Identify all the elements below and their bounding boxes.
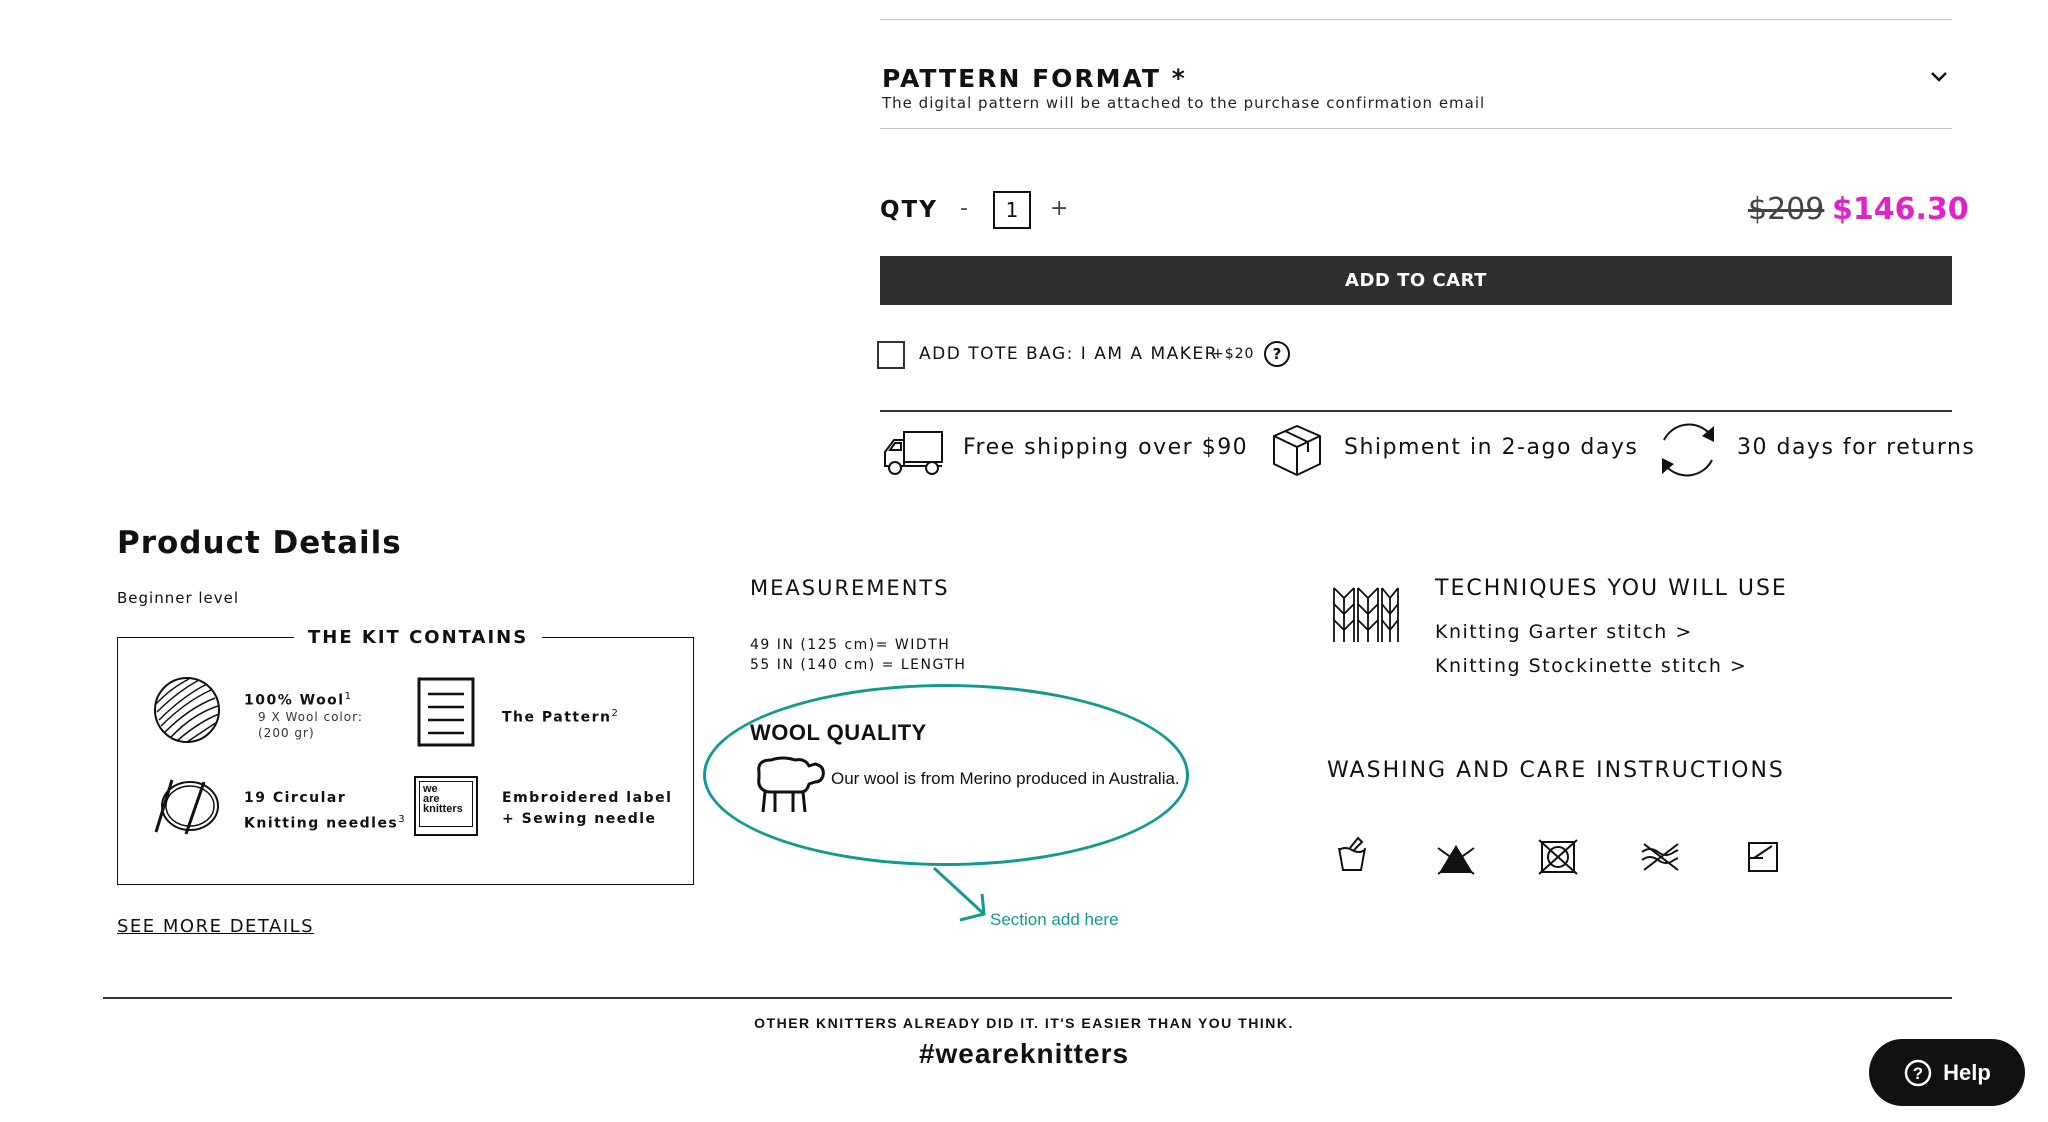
label-icon: we are knitters bbox=[414, 776, 478, 836]
level-text: Beginner level bbox=[117, 589, 240, 607]
measurement-width: 49 IN (125 cm)= WIDTH bbox=[750, 637, 951, 653]
qty-label: QTY bbox=[880, 197, 938, 223]
circular-needles-icon bbox=[154, 779, 219, 835]
kit-item-pattern-name: The Pattern bbox=[502, 709, 612, 726]
yarn-ball-icon bbox=[154, 677, 220, 743]
hand-wash-icon bbox=[1338, 836, 1366, 871]
no-tumble-dry-icon bbox=[1538, 839, 1578, 875]
kit-item-wool-name: 100% Wool bbox=[244, 692, 345, 709]
kit-item-wool: 100% Wool1 bbox=[244, 686, 352, 712]
footer-hashtag: #weareknitters bbox=[918, 1038, 1130, 1069]
measurements-title: MEASUREMENTS bbox=[750, 576, 950, 600]
technique-link-garter[interactable]: Knitting Garter stitch > bbox=[1435, 621, 1693, 643]
product-details-title: Product Details bbox=[117, 525, 402, 561]
chevron-down-icon[interactable] bbox=[1928, 66, 1950, 88]
sheep-icon bbox=[757, 756, 825, 813]
footnote-marker: 2 bbox=[611, 708, 620, 719]
divider bbox=[880, 128, 1952, 129]
divider bbox=[880, 410, 1952, 412]
qty-input[interactable]: 1 bbox=[993, 191, 1031, 229]
kit-item-label-line2: + Sewing needle bbox=[502, 811, 657, 827]
footnote-marker: 3 bbox=[398, 814, 407, 825]
wool-quality-text: Our wool is from Merino produced in Aust… bbox=[831, 769, 1180, 788]
tote-bag-label: ADD TOTE BAG: I AM A MAKER bbox=[919, 344, 1218, 364]
footer-divider bbox=[103, 997, 1952, 999]
techniques-title: TECHNIQUES YOU WILL USE bbox=[1435, 576, 1788, 601]
knit-stitch-icon bbox=[1333, 587, 1399, 642]
dry-flat-icon bbox=[1748, 842, 1778, 872]
truck-icon bbox=[884, 431, 943, 475]
pattern-format-title[interactable]: PATTERN FORMAT * bbox=[882, 64, 1187, 93]
help-question-icon: ? bbox=[1904, 1059, 1932, 1086]
sale-price: $146.30 bbox=[1832, 192, 1969, 227]
svg-text:?: ? bbox=[1913, 1064, 1923, 1083]
kit-contents-box bbox=[117, 637, 694, 885]
label-logo-line: knitters bbox=[423, 803, 463, 815]
kit-item-pattern: The Pattern2 bbox=[502, 703, 619, 729]
divider bbox=[880, 19, 1952, 20]
footer-subtitle: OTHER KNITTERS ALREADY DID IT. IT'S EASI… bbox=[754, 1015, 1294, 1031]
help-button-label: Help bbox=[1943, 1059, 1991, 1085]
returns-icon bbox=[1662, 423, 1714, 477]
tote-bag-price: +$20 bbox=[1212, 346, 1255, 362]
kit-item-label-line1: Embroidered label bbox=[502, 790, 673, 806]
washing-title: WASHING AND CARE INSTRUCTIONS bbox=[1327, 758, 1785, 783]
perk-shipping: Free shipping over $90 bbox=[963, 435, 1249, 460]
kit-item-needles: 19 Circular Knitting needles3 bbox=[244, 788, 406, 835]
kit-item-label: Embroidered label + Sewing needle bbox=[502, 788, 672, 830]
annotation-label: Section add here bbox=[990, 910, 1119, 929]
qty-decrease-button[interactable]: - bbox=[960, 196, 968, 221]
add-to-cart-button[interactable]: ADD TO CART bbox=[880, 256, 1952, 305]
perk-shipment: Shipment in 2-ago days bbox=[1344, 435, 1639, 460]
pattern-document-icon bbox=[417, 677, 475, 747]
measurement-length: 55 IN (140 cm) = LENGTH bbox=[750, 657, 967, 673]
original-price: $209 bbox=[1748, 192, 1825, 227]
help-question-icon[interactable]: ? bbox=[1264, 341, 1290, 367]
wool-quality-title: WOOL QUALITY bbox=[750, 720, 927, 745]
kit-item-needles-line1: 19 Circular bbox=[244, 790, 347, 806]
no-bleach-icon bbox=[1437, 845, 1475, 875]
kit-heading: THE KIT CONTAINS bbox=[294, 627, 543, 648]
qty-increase-button[interactable]: + bbox=[1050, 196, 1068, 221]
pattern-format-subtitle: The digital pattern will be attached to … bbox=[882, 94, 1486, 112]
kit-item-needles-line2: Knitting needles bbox=[244, 815, 399, 832]
tote-bag-checkbox[interactable] bbox=[877, 341, 905, 369]
see-more-details-link[interactable]: SEE MORE DETAILS bbox=[117, 916, 314, 937]
footnote-marker: 1 bbox=[344, 691, 353, 702]
help-button[interactable]: ? Help bbox=[1869, 1039, 2025, 1106]
perk-returns: 30 days for returns bbox=[1737, 435, 1976, 460]
annotation-arrow-icon bbox=[932, 866, 986, 922]
no-dry-clean-icon bbox=[1641, 843, 1679, 871]
kit-item-wool-sub: 9 X Wool color: (200 gr) bbox=[258, 710, 363, 740]
box-icon bbox=[1273, 425, 1321, 476]
technique-link-stockinette[interactable]: Knitting Stockinette stitch > bbox=[1435, 655, 1747, 677]
